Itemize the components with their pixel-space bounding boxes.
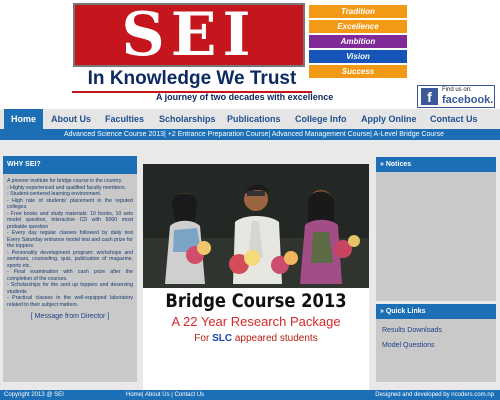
banner-subtitle: A 22 Year Research Package bbox=[171, 314, 341, 329]
course-ticker: Advanced Science Course 2013| +2 Entranc… bbox=[0, 129, 500, 140]
facebook-icon: f bbox=[421, 88, 438, 105]
values-list: Tradition Excellence Ambition Vision Suc… bbox=[309, 5, 407, 80]
banner-audience: For SLC appeared students bbox=[143, 332, 369, 346]
sei-logo[interactable]: SEI bbox=[73, 0, 305, 70]
model-questions-link[interactable]: Model Questions bbox=[382, 342, 496, 349]
facebook-link[interactable]: f Find us on: facebook. bbox=[417, 85, 495, 108]
nav-publications[interactable]: Publications bbox=[227, 109, 281, 129]
why-sei-text: A pioneer institute for bridge course in… bbox=[7, 178, 133, 308]
audience-prefix: For bbox=[194, 333, 213, 344]
nav-scholarships[interactable]: Scholarships bbox=[159, 109, 216, 129]
audience-suffix: appeared students bbox=[232, 333, 318, 344]
why-sei-panel: WHY SEI? A pioneer institute for bridge … bbox=[3, 156, 137, 382]
nav-about-us[interactable]: About Us bbox=[51, 109, 91, 129]
site-header: SEI In Knowledge We Trust A journey of t… bbox=[0, 0, 500, 108]
footer-links[interactable]: Home| About Us | Contact Us bbox=[126, 390, 204, 400]
value-ambition: Ambition bbox=[309, 35, 407, 48]
course-links[interactable]: Advanced Science Course 2013| +2 Entranc… bbox=[64, 129, 444, 140]
designer-credit: Designed and developed by ncoders.com.np bbox=[375, 392, 494, 398]
tagline: In Knowledge We Trust bbox=[72, 67, 312, 93]
facebook-wordmark: facebook. bbox=[442, 94, 494, 106]
results-downloads-link[interactable]: Results Downloads bbox=[382, 327, 496, 334]
facebook-small-text: Find us on: bbox=[442, 87, 472, 93]
subtitle: A journey of two decades with excellence bbox=[156, 92, 334, 102]
value-excellence: Excellence bbox=[309, 20, 407, 33]
notices-heading: » Notices bbox=[376, 157, 496, 172]
audience-highlight: SLC bbox=[212, 333, 233, 344]
why-sei-body: A pioneer institute for bridge course in… bbox=[3, 174, 137, 325]
message-from-director-link[interactable]: [ Message from Director ] bbox=[7, 313, 133, 321]
why-sei-heading: WHY SEI? bbox=[3, 156, 137, 174]
main-nav: Home About Us Faculties Scholarships Pub… bbox=[0, 109, 500, 129]
nav-college-info[interactable]: College Info bbox=[295, 109, 347, 129]
value-tradition: Tradition bbox=[309, 5, 407, 18]
notices-panel: » Notices bbox=[376, 157, 496, 301]
nav-home[interactable]: Home bbox=[4, 109, 44, 129]
banner-title: Bridge Course 2013 bbox=[165, 290, 347, 312]
value-vision: Vision bbox=[309, 50, 407, 63]
quick-links-panel: » Quick Links Results Downloads Model Qu… bbox=[376, 304, 496, 382]
logo-text: SEI bbox=[121, 0, 257, 70]
site-footer: Copyright 2013 @ SEI Home| About Us | Co… bbox=[0, 390, 500, 400]
copyright-text: Copyright 2013 @ SEI bbox=[4, 392, 64, 398]
quick-links-heading: » Quick Links bbox=[376, 304, 496, 319]
bridge-course-banner[interactable]: Bridge Course 2013 A 22 Year Research Pa… bbox=[143, 164, 369, 390]
nav-apply-online[interactable]: Apply Online bbox=[361, 109, 417, 129]
value-success: Success bbox=[309, 65, 407, 78]
students-illustration bbox=[143, 164, 369, 288]
student-photo bbox=[143, 164, 369, 288]
nav-faculties[interactable]: Faculties bbox=[105, 109, 144, 129]
nav-contact-us[interactable]: Contact Us bbox=[430, 109, 478, 129]
